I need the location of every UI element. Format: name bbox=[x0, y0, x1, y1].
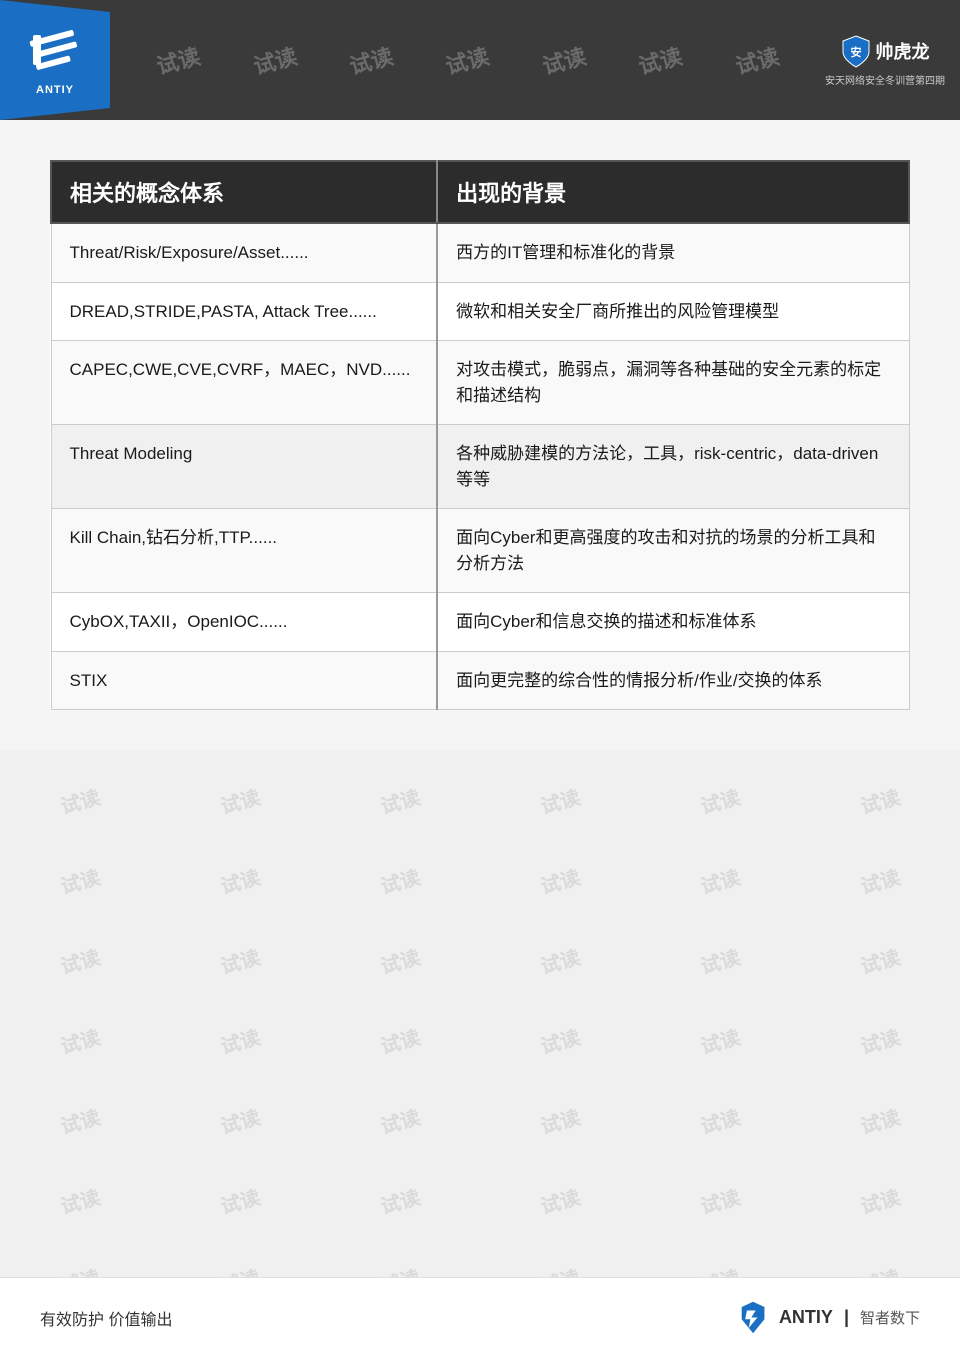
table-row: Threat/Risk/Exposure/Asset...... 西方的IT管理… bbox=[51, 223, 909, 282]
table-row: CybOX,TAXII，OpenIOC...... 面向Cyber和信息交换的描… bbox=[51, 593, 909, 652]
logo-text: ANTIY bbox=[36, 84, 74, 96]
brand-shield-icon: 安 bbox=[841, 34, 871, 69]
cell-right-3: 对攻击模式，脆弱点，漏洞等各种基础的安全元素的标定和描述结构 bbox=[437, 341, 909, 425]
header-wm-2: 试读 bbox=[249, 39, 300, 81]
header-wm-6: 试读 bbox=[635, 39, 686, 81]
header-wm-4: 试读 bbox=[442, 39, 493, 81]
cell-left-7: STIX bbox=[51, 651, 437, 710]
header-wm-1: 试读 bbox=[153, 39, 204, 81]
cell-right-6: 面向Cyber和信息交换的描述和标准体系 bbox=[437, 593, 909, 652]
table-row: Kill Chain,钻石分析,TTP...... 面向Cyber和更高强度的攻… bbox=[51, 509, 909, 593]
header-wm-7: 试读 bbox=[731, 39, 782, 81]
cell-right-7: 面向更完整的综合性的情报分析/作业/交换的体系 bbox=[437, 651, 909, 710]
cell-right-5: 面向Cyber和更高强度的攻击和对抗的场景的分析工具和分析方法 bbox=[437, 509, 909, 593]
header-wm-3: 试读 bbox=[346, 39, 397, 81]
cell-left-5: Kill Chain,钻石分析,TTP...... bbox=[51, 509, 437, 593]
table-row: STIX 面向更完整的综合性的情报分析/作业/交换的体系 bbox=[51, 651, 909, 710]
logo-block: ANTIY bbox=[0, 0, 110, 120]
footer-tagline: 智者数下 bbox=[860, 1307, 920, 1328]
footer-brand-name: ANTIY bbox=[779, 1306, 833, 1329]
cell-right-4: 各种威胁建模的方法论，工具，risk-centric，data-driven等等 bbox=[437, 425, 909, 509]
footer-right: ANTIY | 智者数下 bbox=[736, 1300, 920, 1335]
cell-right-1: 西方的IT管理和标准化的背景 bbox=[437, 223, 909, 282]
footer-shield-icon bbox=[736, 1300, 771, 1335]
col-right-header: 出现的背景 bbox=[437, 161, 909, 223]
header-watermarks: 试读 试读 试读 试读 试读 试读 试读 bbox=[110, 44, 825, 76]
logo-stripes-icon bbox=[28, 25, 83, 80]
footer-logo: ANTIY | 智者数下 bbox=[736, 1300, 920, 1335]
svg-text:安: 安 bbox=[850, 45, 861, 59]
table-row: CAPEC,CWE,CVE,CVRF，MAEC，NVD...... 对攻击模式，… bbox=[51, 341, 909, 425]
footer: 有效防护 价值输出 ANTIY | 智者数下 bbox=[0, 1277, 960, 1357]
header-right-logo: 安 帅虎龙 安天网络安全冬训营第四期 bbox=[825, 20, 945, 100]
concept-table: 相关的概念体系 出现的背景 Threat/Risk/Exposure/Asset… bbox=[50, 160, 910, 710]
cell-right-2: 微软和相关安全厂商所推出的风险管理模型 bbox=[437, 282, 909, 341]
footer-left-text: 有效防护 价值输出 bbox=[40, 1306, 172, 1330]
col-left-header: 相关的概念体系 bbox=[51, 161, 437, 223]
cell-left-3: CAPEC,CWE,CVE,CVRF，MAEC，NVD...... bbox=[51, 341, 437, 425]
cell-left-4: Threat Modeling bbox=[51, 425, 437, 509]
table-row-threat-modeling: Threat Modeling 各种威胁建模的方法论，工具，risk-centr… bbox=[51, 425, 909, 509]
cell-left-6: CybOX,TAXII，OpenIOC...... bbox=[51, 593, 437, 652]
cell-left-2: DREAD,STRIDE,PASTA, Attack Tree...... bbox=[51, 282, 437, 341]
brand-subtitle-text: 安天网络安全冬训营第四期 bbox=[825, 72, 945, 87]
brand-name-text: 帅虎龙 bbox=[876, 38, 930, 64]
table-row: DREAD,STRIDE,PASTA, Attack Tree...... 微软… bbox=[51, 282, 909, 341]
header: ANTIY 试读 试读 试读 试读 试读 试读 试读 安 帅虎龙 安天网络安全冬… bbox=[0, 0, 960, 120]
header-wm-5: 试读 bbox=[538, 39, 589, 81]
main-content: 相关的概念体系 出现的背景 Threat/Risk/Exposure/Asset… bbox=[0, 120, 960, 750]
cell-left-1: Threat/Risk/Exposure/Asset...... bbox=[51, 223, 437, 282]
